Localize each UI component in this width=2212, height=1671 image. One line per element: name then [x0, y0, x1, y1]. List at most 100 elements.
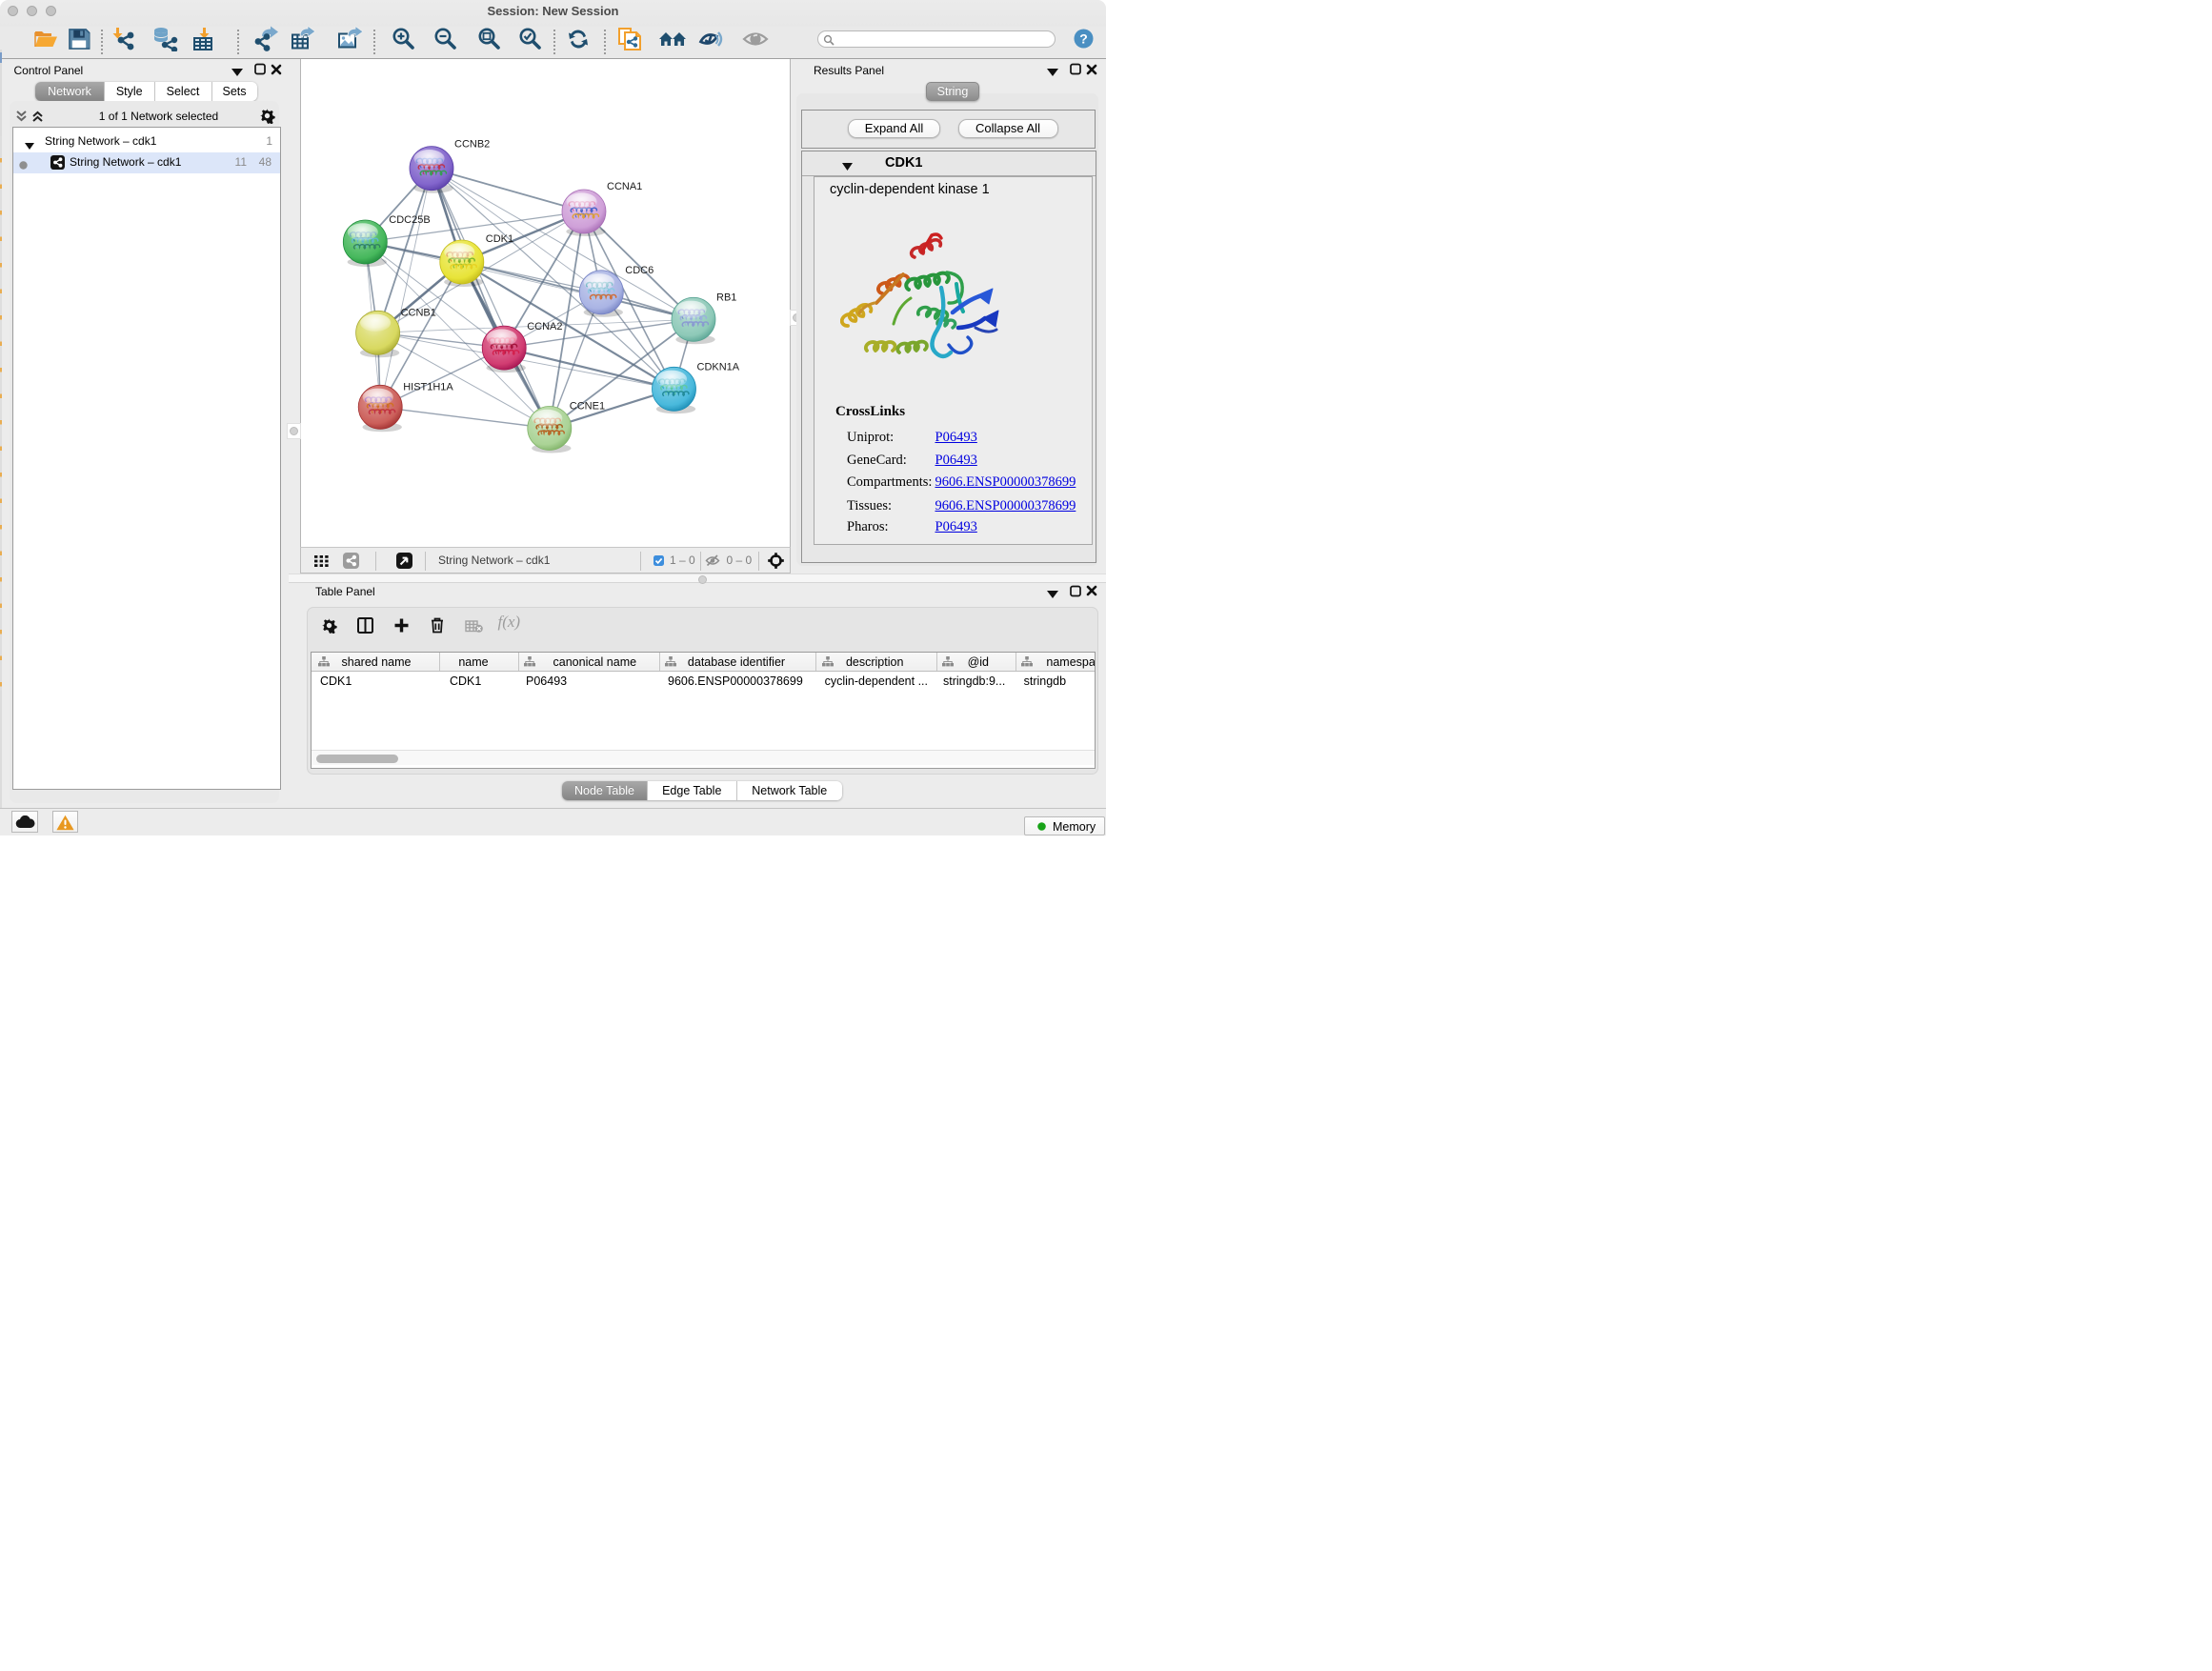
column-header[interactable]: database identifier: [679, 655, 794, 669]
column-header[interactable]: description: [817, 655, 932, 669]
table-cell[interactable]: stringdb:9...: [943, 674, 1005, 688]
node-label: CDK1: [486, 233, 513, 245]
network-node[interactable]: CCNE1: [528, 401, 605, 453]
tab-edge-table[interactable]: Edge Table: [648, 781, 737, 801]
tab-select[interactable]: Select: [155, 82, 212, 102]
detach-view-icon[interactable]: [396, 553, 412, 572]
network-node[interactable]: CCNB1: [356, 307, 436, 357]
tab-network-table[interactable]: Network Table: [737, 781, 843, 801]
search-icon: [823, 34, 835, 46]
table-horizontal-scrollbar[interactable]: [312, 750, 1096, 765]
export-network-icon[interactable]: [253, 26, 280, 51]
network-node[interactable]: CDC6: [579, 265, 654, 317]
crosslink-anchor[interactable]: 9606.ENSP00000378699: [935, 498, 1076, 513]
zoom-in-icon[interactable]: [391, 27, 415, 51]
table-cell[interactable]: CDK1: [450, 674, 481, 688]
network-view-share-icon[interactable]: [343, 553, 359, 572]
gene-section-header[interactable]: CDK1: [802, 151, 1096, 176]
table-options-gear-icon[interactable]: [321, 617, 337, 636]
table-panel-close-button[interactable]: [1086, 585, 1097, 599]
import-network-file-icon[interactable]: [111, 27, 136, 51]
column-header[interactable]: namespace: [1046, 655, 1096, 669]
results-panel-close-button[interactable]: [1086, 64, 1097, 78]
delete-column-icon[interactable]: [430, 616, 445, 636]
clone-network-icon[interactable]: [617, 27, 642, 51]
table-panel-float-button[interactable]: [1070, 585, 1081, 600]
collection-disclosure-triangle[interactable]: [25, 139, 34, 152]
export-image-icon[interactable]: [337, 26, 364, 51]
network-node[interactable]: CCNA1: [562, 181, 642, 236]
tab-style[interactable]: Style: [105, 82, 155, 102]
column-separator[interactable]: [659, 653, 660, 672]
tab-network[interactable]: Network: [35, 82, 105, 102]
open-session-icon[interactable]: [33, 28, 58, 50]
zoom-selected-icon[interactable]: [517, 27, 542, 51]
crosslink-anchor[interactable]: P06493: [935, 519, 977, 534]
warning-status-button[interactable]: [52, 811, 79, 833]
network-node[interactable]: RB1: [672, 292, 736, 344]
splitter-handle[interactable]: [698, 575, 707, 584]
delete-table-icon[interactable]: [465, 620, 483, 635]
refresh-view-icon[interactable]: [566, 27, 591, 51]
network-node[interactable]: CCNA2: [482, 321, 562, 372]
column-header[interactable]: @id: [921, 655, 1036, 669]
add-column-icon[interactable]: [393, 617, 410, 636]
birdseye-crosshair-icon[interactable]: [767, 552, 785, 573]
network-node[interactable]: CDK1: [440, 233, 513, 287]
return-home-icon[interactable]: [658, 28, 687, 50]
crosslink-anchor[interactable]: P06493: [935, 453, 977, 468]
horizontal-splitter[interactable]: [289, 574, 1106, 583]
tab-sets[interactable]: Sets: [212, 82, 257, 102]
scrollbar-thumb[interactable]: [316, 755, 398, 763]
control-panel-float-button[interactable]: [254, 63, 266, 78]
help-button[interactable]: ?: [1074, 29, 1094, 51]
table-cell[interactable]: CDK1: [320, 674, 352, 688]
left-splitter-handle[interactable]: [290, 427, 298, 435]
show-columns-icon[interactable]: [357, 617, 373, 636]
expand-all-button[interactable]: Expand All: [848, 119, 940, 138]
save-session-icon[interactable]: [69, 28, 90, 50]
network-node[interactable]: HIST1H1A: [358, 381, 453, 432]
zoom-fit-icon[interactable]: [476, 27, 501, 51]
network-collection-row[interactable]: String Network – cdk1 1: [13, 131, 281, 152]
network-view[interactable]: CCNB2CCNA1CDC25BCDK1CDC6RB1CCNB1CCNA2CDK…: [300, 59, 791, 547]
network-row-selected[interactable]: String Network – cdk1 11 48: [13, 152, 281, 173]
column-separator[interactable]: [518, 653, 519, 672]
tab-string[interactable]: String: [926, 82, 979, 101]
function-builder-icon[interactable]: f(x): [498, 613, 521, 632]
results-panel-collapse-button[interactable]: [1047, 66, 1058, 79]
table-cell[interactable]: 9606.ENSP00000378699: [668, 674, 803, 688]
results-panel-float-button[interactable]: [1070, 63, 1081, 78]
network-view-title: String Network – cdk1: [438, 554, 550, 567]
table-cell[interactable]: P06493: [526, 674, 567, 688]
tab-node-table[interactable]: Node Table: [562, 781, 648, 801]
network-options-gear-icon[interactable]: [259, 108, 275, 127]
toolbar-separator: [101, 30, 103, 54]
control-panel-close-button[interactable]: [271, 64, 282, 78]
memory-status-button[interactable]: Memory: [1024, 816, 1105, 836]
table-panel-collapse-button[interactable]: [1047, 588, 1058, 601]
cloud-status-button[interactable]: [11, 811, 39, 833]
control-panel-collapse-button[interactable]: [231, 66, 243, 79]
gene-disclosure-triangle[interactable]: [842, 160, 853, 173]
collapse-all-button[interactable]: Collapse All: [958, 119, 1058, 138]
zoom-out-icon[interactable]: [432, 27, 457, 51]
search-input[interactable]: [817, 30, 1056, 49]
column-separator[interactable]: [815, 653, 816, 672]
import-network-database-icon[interactable]: [152, 27, 179, 51]
crosslink-anchor[interactable]: P06493: [935, 430, 977, 445]
selected-checkbox[interactable]: [654, 555, 664, 569]
column-header[interactable]: canonical name: [537, 655, 652, 669]
export-table-icon[interactable]: [291, 26, 317, 51]
network-edge: [550, 211, 584, 429]
import-table-file-icon[interactable]: [191, 27, 214, 51]
table-cell[interactable]: stringdb: [1024, 674, 1066, 688]
protein-structure-image: [840, 231, 1017, 382]
table-cell[interactable]: cyclin-dependent ...: [825, 674, 928, 688]
column-header[interactable]: name: [416, 655, 531, 669]
crosslink-anchor[interactable]: 9606.ENSP00000378699: [935, 474, 1076, 490]
grid-view-icon[interactable]: [314, 555, 329, 570]
network-node[interactable]: CDKN1A: [653, 361, 740, 413]
hide-selected-icon[interactable]: [698, 28, 725, 50]
show-all-icon[interactable]: [742, 30, 769, 49]
